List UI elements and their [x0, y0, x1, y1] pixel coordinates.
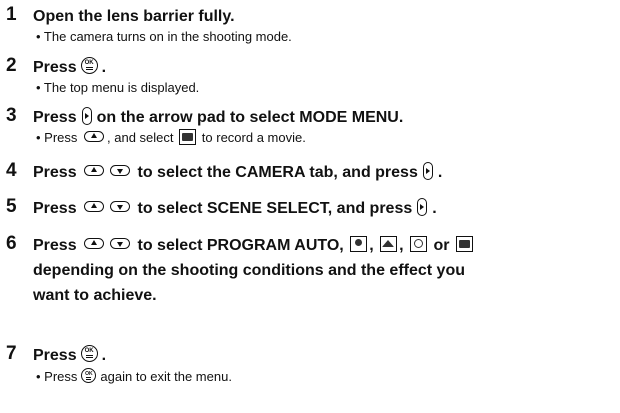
portrait-scene-icon	[350, 235, 368, 252]
step-title-line-2: depending on the shooting conditions and…	[33, 262, 465, 279]
night-scene-icon	[410, 235, 428, 252]
step-note: • Press , and select to record a movie.	[36, 128, 306, 145]
step-note: • The top menu is displayed.	[36, 80, 200, 95]
step-title: Press OK.	[33, 345, 107, 364]
step-number: 6	[6, 233, 17, 254]
step-title: Open the lens barrier fully.	[33, 8, 235, 25]
arrow-pad-right-icon	[422, 161, 433, 180]
arrow-pad-up-icon	[84, 131, 105, 143]
step-title: Press on the arrow pad to select MODE MEN…	[33, 106, 613, 129]
arrow-pad-down-icon	[110, 201, 131, 213]
step-title: Press to select the CAMERA tab, and pres…	[33, 161, 613, 184]
arrow-pad-down-icon	[110, 238, 131, 250]
movie-mode-icon	[179, 128, 197, 145]
step-title: Press to select SCENE SELECT, and press.	[33, 197, 613, 220]
arrow-pad-right-icon	[81, 106, 92, 125]
arrow-pad-up-icon	[84, 165, 105, 177]
arrow-pad-down-icon	[110, 165, 131, 177]
landscape-scene-icon	[380, 235, 398, 252]
ok-button-icon: OK	[80, 345, 98, 363]
arrow-pad-up-icon	[84, 201, 105, 213]
step-number: 4	[6, 160, 17, 181]
instruction-document: 1 Open the lens barrier fully. • The cam…	[0, 0, 620, 413]
arrow-pad-right-icon	[417, 197, 428, 216]
step-title: Press OK.	[33, 57, 107, 76]
ok-button-icon: OK	[81, 368, 97, 384]
step-number: 3	[6, 105, 17, 126]
step-note: • Press OK again to exit the menu.	[36, 368, 232, 384]
landscape-portrait-scene-icon	[455, 235, 473, 252]
step-number: 7	[6, 343, 17, 364]
step-number: 5	[6, 196, 17, 217]
step-title: Press to select PROGRAM AUTO, , , or	[33, 235, 613, 257]
ok-button-icon: OK	[80, 57, 98, 75]
arrow-pad-up-icon	[84, 238, 105, 250]
step-note: • The camera turns on in the shooting mo…	[36, 29, 292, 44]
step-number: 2	[6, 55, 17, 76]
step-title-line-3: want to achieve.	[33, 287, 157, 304]
step-number: 1	[6, 4, 17, 25]
